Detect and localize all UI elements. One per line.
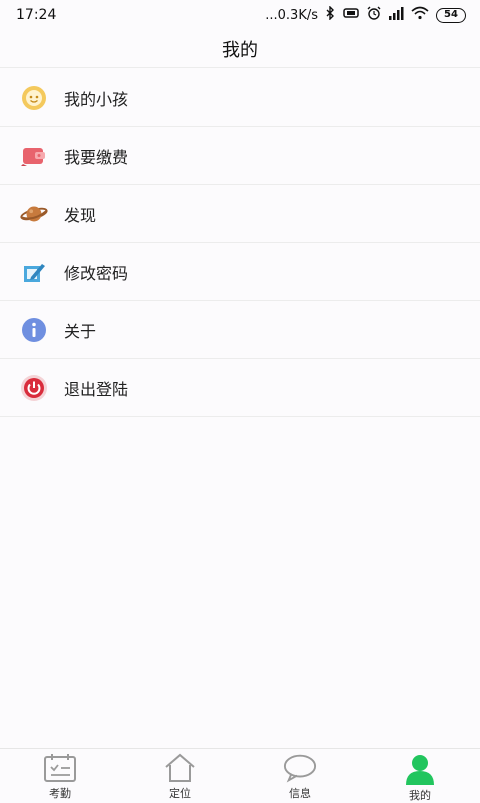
menu-label: 发现 [64,205,97,225]
tab-mine[interactable]: 我的 [360,749,480,802]
status-icons: ...0.3K/s 54 [265,5,466,24]
menu-label: 我的小孩 [64,89,129,109]
tab-label: 定位 [169,787,191,800]
settings-menu: 我的小孩 我要缴费 发现 修改密码 关于 退出登陆 [0,69,480,417]
edit-password-icon [20,258,48,286]
tab-location[interactable]: 定位 [120,749,240,800]
signal-icon [388,6,404,24]
menu-item-payment[interactable]: 我要缴费 [0,127,480,185]
menu-item-logout[interactable]: 退出登陆 [0,359,480,417]
info-icon [20,316,48,344]
wallet-icon [20,142,48,170]
bluetooth-icon [325,5,335,24]
battery-icon: 54 [436,7,466,23]
status-bar: 17:24 ...0.3K/s 54 [0,0,480,30]
wifi-icon [411,6,429,24]
menu-label: 关于 [64,321,97,341]
menu-label: 修改密码 [64,263,129,283]
alarm-icon [367,6,381,24]
person-icon [403,753,437,785]
calendar-icon [43,753,77,783]
bottom-tab-bar: 考勤 定位 信息 我的 [0,748,480,802]
chat-bubble-icon [283,753,317,783]
menu-item-about[interactable]: 关于 [0,301,480,359]
tab-label: 信息 [289,787,311,800]
child-face-icon [20,84,48,112]
tab-label: 考勤 [49,787,71,800]
network-speed: ...0.3K/s [265,7,318,23]
home-icon [163,753,197,783]
menu-item-my-child[interactable]: 我的小孩 [0,69,480,127]
menu-item-change-password[interactable]: 修改密码 [0,243,480,301]
page-title: 我的 [222,39,258,61]
vibrate-icon [342,7,360,23]
menu-label: 退出登陆 [64,379,129,399]
status-time: 17:24 [16,7,57,23]
tab-attendance[interactable]: 考勤 [0,749,120,800]
planet-icon [20,200,48,228]
menu-label: 我要缴费 [64,147,129,167]
menu-item-discover[interactable]: 发现 [0,185,480,243]
tab-label: 我的 [409,789,431,802]
page-header: 我的 [0,30,480,68]
tab-messages[interactable]: 信息 [240,749,360,800]
power-icon [20,374,48,402]
